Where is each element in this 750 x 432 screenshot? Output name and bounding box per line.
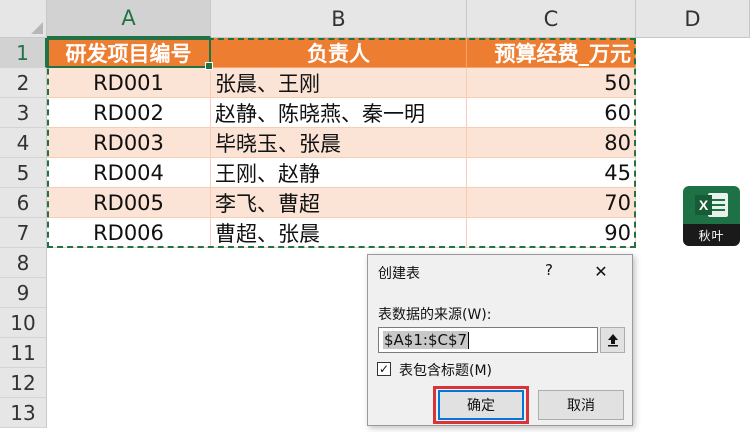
cell-c5[interactable]: 45: [467, 158, 636, 188]
ok-button[interactable]: 确定: [438, 390, 524, 420]
cell-b5[interactable]: 王刚、赵静: [211, 158, 467, 188]
cell-b3[interactable]: 赵静、陈晓燕、秦一明: [211, 98, 467, 128]
excel-icon: X: [683, 186, 740, 224]
close-icon[interactable]: ✕: [590, 261, 612, 283]
row-header-12[interactable]: 12: [0, 368, 47, 398]
cell-b7[interactable]: 曹超、张晨: [211, 218, 467, 248]
collapse-dialog-button[interactable]: [600, 327, 625, 353]
row-header-9[interactable]: 9: [0, 278, 47, 308]
cell-b1-header[interactable]: 负责人: [211, 38, 467, 68]
row-header-6[interactable]: 6: [0, 188, 47, 218]
has-headers-checkbox[interactable]: ✓: [377, 362, 391, 376]
column-header-a[interactable]: A: [47, 0, 211, 38]
row-header-4[interactable]: 4: [0, 128, 47, 158]
cell-c7[interactable]: 90: [467, 218, 636, 248]
cell-a6[interactable]: RD005: [47, 188, 211, 218]
row-header-11[interactable]: 11: [0, 338, 47, 368]
cell-c3[interactable]: 60: [467, 98, 636, 128]
qiuye-excel-logo: X 秋叶: [683, 186, 740, 246]
source-range-input[interactable]: $A$1:$C$7: [378, 327, 598, 353]
help-icon[interactable]: ?: [540, 261, 558, 281]
row-header-1[interactable]: 1: [0, 38, 47, 68]
logo-caption: 秋叶: [683, 224, 740, 246]
cell-b4[interactable]: 毕晓玉、张晨: [211, 128, 467, 158]
row-header-13[interactable]: 13: [0, 398, 47, 428]
row-header-2[interactable]: 2: [0, 68, 47, 98]
source-range-label: 表数据的来源(W):: [378, 307, 492, 323]
logo-mark: X: [698, 197, 708, 213]
column-header-c[interactable]: C: [467, 0, 636, 38]
select-all-corner[interactable]: [0, 0, 47, 38]
cell-a3[interactable]: RD002: [47, 98, 211, 128]
column-header-b[interactable]: B: [211, 0, 467, 38]
row-header-8[interactable]: 8: [0, 248, 47, 278]
cell-a2[interactable]: RD001: [47, 68, 211, 98]
cell-a4[interactable]: RD003: [47, 128, 211, 158]
row-header-3[interactable]: 3: [0, 98, 47, 128]
create-table-dialog: 创建表 ? ✕ 表数据的来源(W): $A$1:$C$7 ✓ 表包含标题(M) …: [367, 254, 633, 426]
cell-c1-header[interactable]: 预算经费_万元: [467, 38, 636, 68]
column-header-d[interactable]: D: [636, 0, 750, 38]
cell-b2[interactable]: 张晨、王刚: [211, 68, 467, 98]
cell-c4[interactable]: 80: [467, 128, 636, 158]
cell-a7[interactable]: RD006: [47, 218, 211, 248]
cancel-button[interactable]: 取消: [538, 390, 624, 420]
cell-a5[interactable]: RD004: [47, 158, 211, 188]
active-cell-a1: [47, 38, 213, 70]
source-range-value: $A$1:$C$7: [383, 331, 469, 349]
row-header-7[interactable]: 7: [0, 218, 47, 248]
cell-c6[interactable]: 70: [467, 188, 636, 218]
dialog-title: 创建表: [378, 266, 420, 282]
cell-b6[interactable]: 李飞、曹超: [211, 188, 467, 218]
text-caret: [468, 332, 470, 349]
row-header-10[interactable]: 10: [0, 308, 47, 338]
row-header-5[interactable]: 5: [0, 158, 47, 188]
has-headers-label[interactable]: 表包含标题(M): [399, 360, 492, 380]
cell-c2[interactable]: 50: [467, 68, 636, 98]
collapse-dialog-icon: [607, 334, 618, 347]
